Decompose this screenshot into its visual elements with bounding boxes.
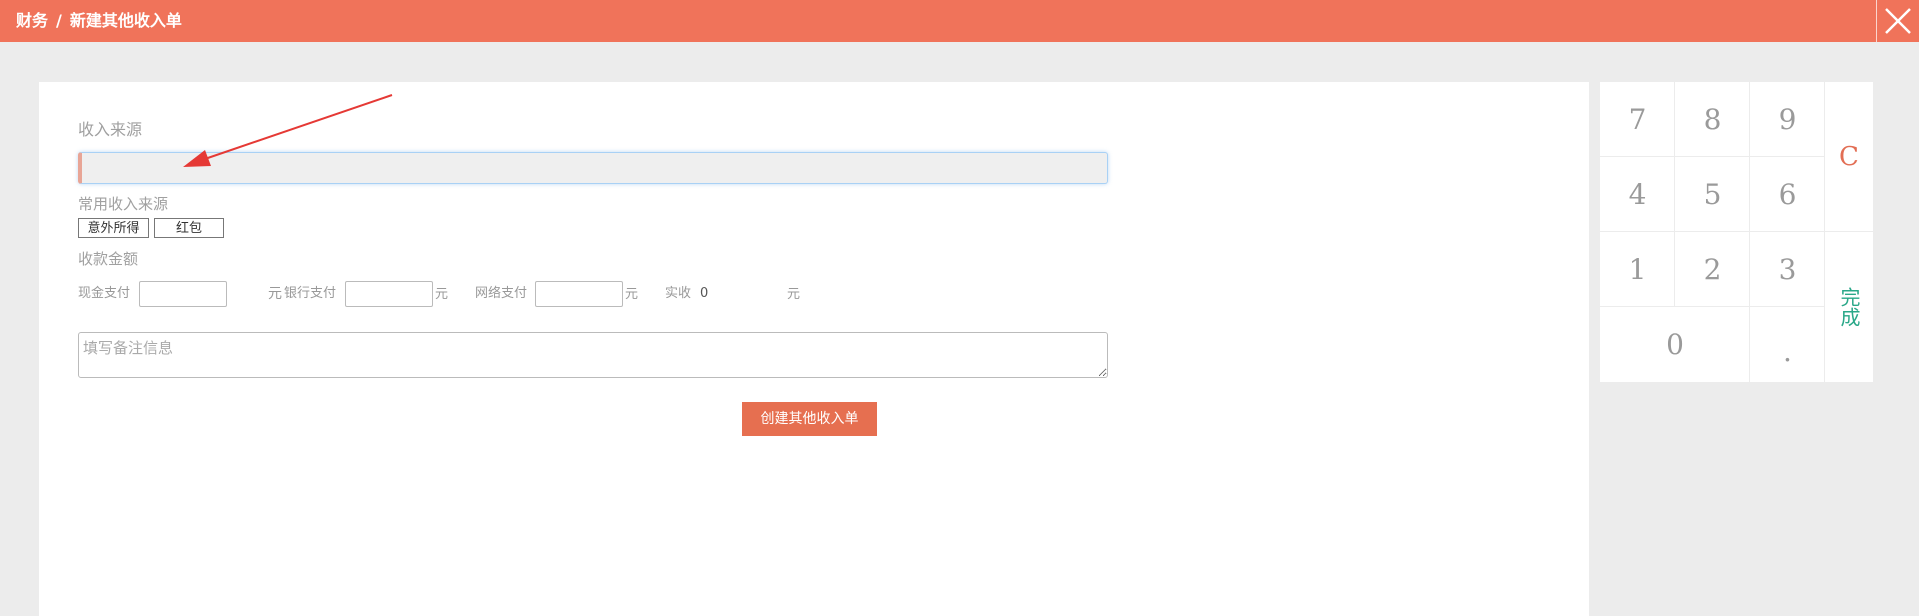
keypad-divider: [1749, 82, 1750, 382]
bank-unit: 元: [435, 287, 449, 302]
key-clear[interactable]: C: [1825, 82, 1873, 232]
create-income-button[interactable]: 创建其他收入单: [742, 402, 877, 436]
keypad-divider: [1600, 306, 1825, 307]
key-4[interactable]: 4: [1600, 157, 1675, 232]
cash-label: 现金支付: [78, 286, 131, 301]
key-2[interactable]: 2: [1675, 232, 1750, 307]
key-3[interactable]: 3: [1750, 232, 1825, 307]
close-icon: [1885, 8, 1911, 34]
keypad-divider: [1600, 156, 1825, 157]
page-title: 新建其他收入单: [69, 11, 182, 30]
key-dot[interactable]: .: [1750, 307, 1825, 382]
breadcrumb: 财务 / 新建其他收入单: [16, 11, 182, 31]
key-done[interactable]: 完成: [1825, 232, 1873, 382]
key-8[interactable]: 8: [1675, 82, 1750, 157]
breadcrumb-separator: /: [56, 11, 62, 30]
common-source-chip-yiwaisuode[interactable]: 意外所得: [78, 218, 149, 238]
key-9[interactable]: 9: [1750, 82, 1825, 157]
key-6[interactable]: 6: [1750, 157, 1825, 232]
common-source-chip-hongbao[interactable]: 红包: [154, 218, 224, 238]
key-0[interactable]: 0: [1600, 307, 1750, 382]
close-button[interactable]: [1876, 0, 1919, 42]
keypad-divider: [1600, 231, 1873, 232]
online-input[interactable]: [535, 281, 623, 307]
form-panel: 收入来源 常用收入来源 意外所得 红包 收款金额 现金支付 元 银行支付 元 网…: [39, 82, 1589, 616]
keypad-divider: [1824, 82, 1825, 382]
key-done-label: 完成: [1837, 287, 1861, 327]
bank-label: 银行支付: [284, 286, 337, 301]
source-label: 收入来源: [78, 120, 143, 139]
breadcrumb-section[interactable]: 财务: [16, 11, 48, 30]
bank-input[interactable]: [345, 281, 433, 307]
actual-value: 0: [700, 286, 709, 301]
cash-input[interactable]: [139, 281, 227, 307]
online-label: 网络支付: [475, 286, 528, 301]
key-1[interactable]: 1: [1600, 232, 1675, 307]
title-bar: 财务 / 新建其他收入单: [0, 0, 1919, 42]
common-sources-label: 常用收入来源: [78, 195, 169, 213]
online-unit: 元: [625, 287, 639, 302]
actual-unit: 元: [787, 287, 801, 302]
keypad-divider: [1674, 82, 1675, 307]
cash-unit: 元: [268, 286, 282, 302]
memo-textarea[interactable]: [78, 332, 1108, 378]
amount-label: 收款金额: [78, 250, 139, 268]
key-5[interactable]: 5: [1675, 157, 1750, 232]
key-7[interactable]: 7: [1600, 82, 1675, 157]
actual-label: 实收: [665, 286, 692, 301]
annotation-arrow-icon: [183, 94, 393, 167]
numeric-keypad: 7 8 9 4 5 6 1 2 3 0 . C 完成: [1600, 82, 1873, 382]
